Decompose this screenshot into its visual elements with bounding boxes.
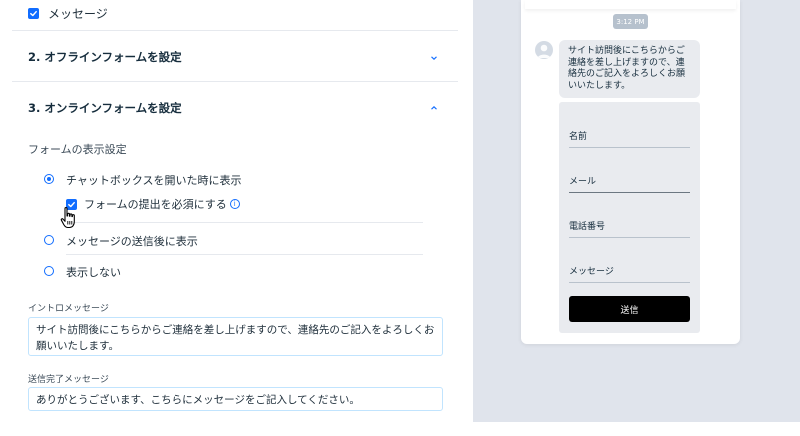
radio-show-on-open[interactable] [44, 174, 54, 184]
divider [12, 30, 458, 31]
chevron-down-icon[interactable] [429, 53, 439, 63]
radio-hide[interactable] [44, 266, 54, 276]
option-hide-label[interactable]: 表示しない [66, 264, 121, 280]
option-show-after-send-label[interactable]: メッセージの送信後に表示 [66, 233, 198, 249]
preview-email-field[interactable] [569, 192, 690, 193]
require-form-label: フォームの提出を必須にする [84, 198, 227, 211]
preview-name-label: 名前 [569, 132, 588, 142]
message-checkbox[interactable]: メッセージ [28, 5, 108, 22]
require-form-checkbox[interactable]: フォームの提出を必須にする i [66, 196, 240, 212]
offline-section-title[interactable]: 2. オフラインフォームを設定 [28, 49, 182, 65]
divider [66, 222, 423, 223]
preview-message-field[interactable] [569, 282, 690, 283]
preview-message-label: メッセージ [569, 267, 614, 277]
completion-message-label: 送信完了メッセージ [28, 375, 109, 385]
preview-send-button[interactable]: 送信 [569, 296, 690, 322]
info-icon[interactable]: i [229, 199, 240, 209]
timestamp-badge: 3:12 PM [613, 14, 648, 29]
online-section-title[interactable]: 3. オンラインフォームを設定 [28, 100, 182, 116]
divider [12, 81, 458, 82]
message-checkbox-label: メッセージ [48, 7, 108, 21]
radio-show-after-send[interactable] [44, 235, 54, 245]
preview-name-field[interactable] [569, 147, 690, 148]
checkbox-checked-icon [28, 8, 39, 19]
display-settings-label: フォームの表示設定 [28, 143, 127, 156]
hand-cursor-icon [60, 207, 75, 229]
chat-bubble: サイト訪問後にこちらからご連絡を差し上げますので、連絡先のご記入をよろしくお願い… [559, 40, 700, 98]
option-show-on-open-label[interactable]: チャットボックスを開いた時に表示 [66, 172, 242, 188]
preview-email-label: メール [569, 177, 597, 187]
intro-message-textarea[interactable]: サイト訪問後にこちらからご連絡を差し上げますので、連絡先のご記入をよろしくお願い… [28, 317, 443, 356]
intro-message-label: イントロメッセージ [28, 304, 109, 314]
divider [66, 254, 423, 255]
bottom-strip [0, 422, 800, 436]
preview-phone-label: 電話番号 [569, 222, 606, 232]
chevron-up-icon[interactable] [429, 103, 439, 113]
preview-phone-field[interactable] [569, 237, 690, 238]
avatar-icon [535, 41, 553, 59]
chat-header [525, 0, 736, 9]
completion-message-input[interactable]: ありがとうございます、こちらにメッセージをご記入してください。 [28, 387, 443, 411]
